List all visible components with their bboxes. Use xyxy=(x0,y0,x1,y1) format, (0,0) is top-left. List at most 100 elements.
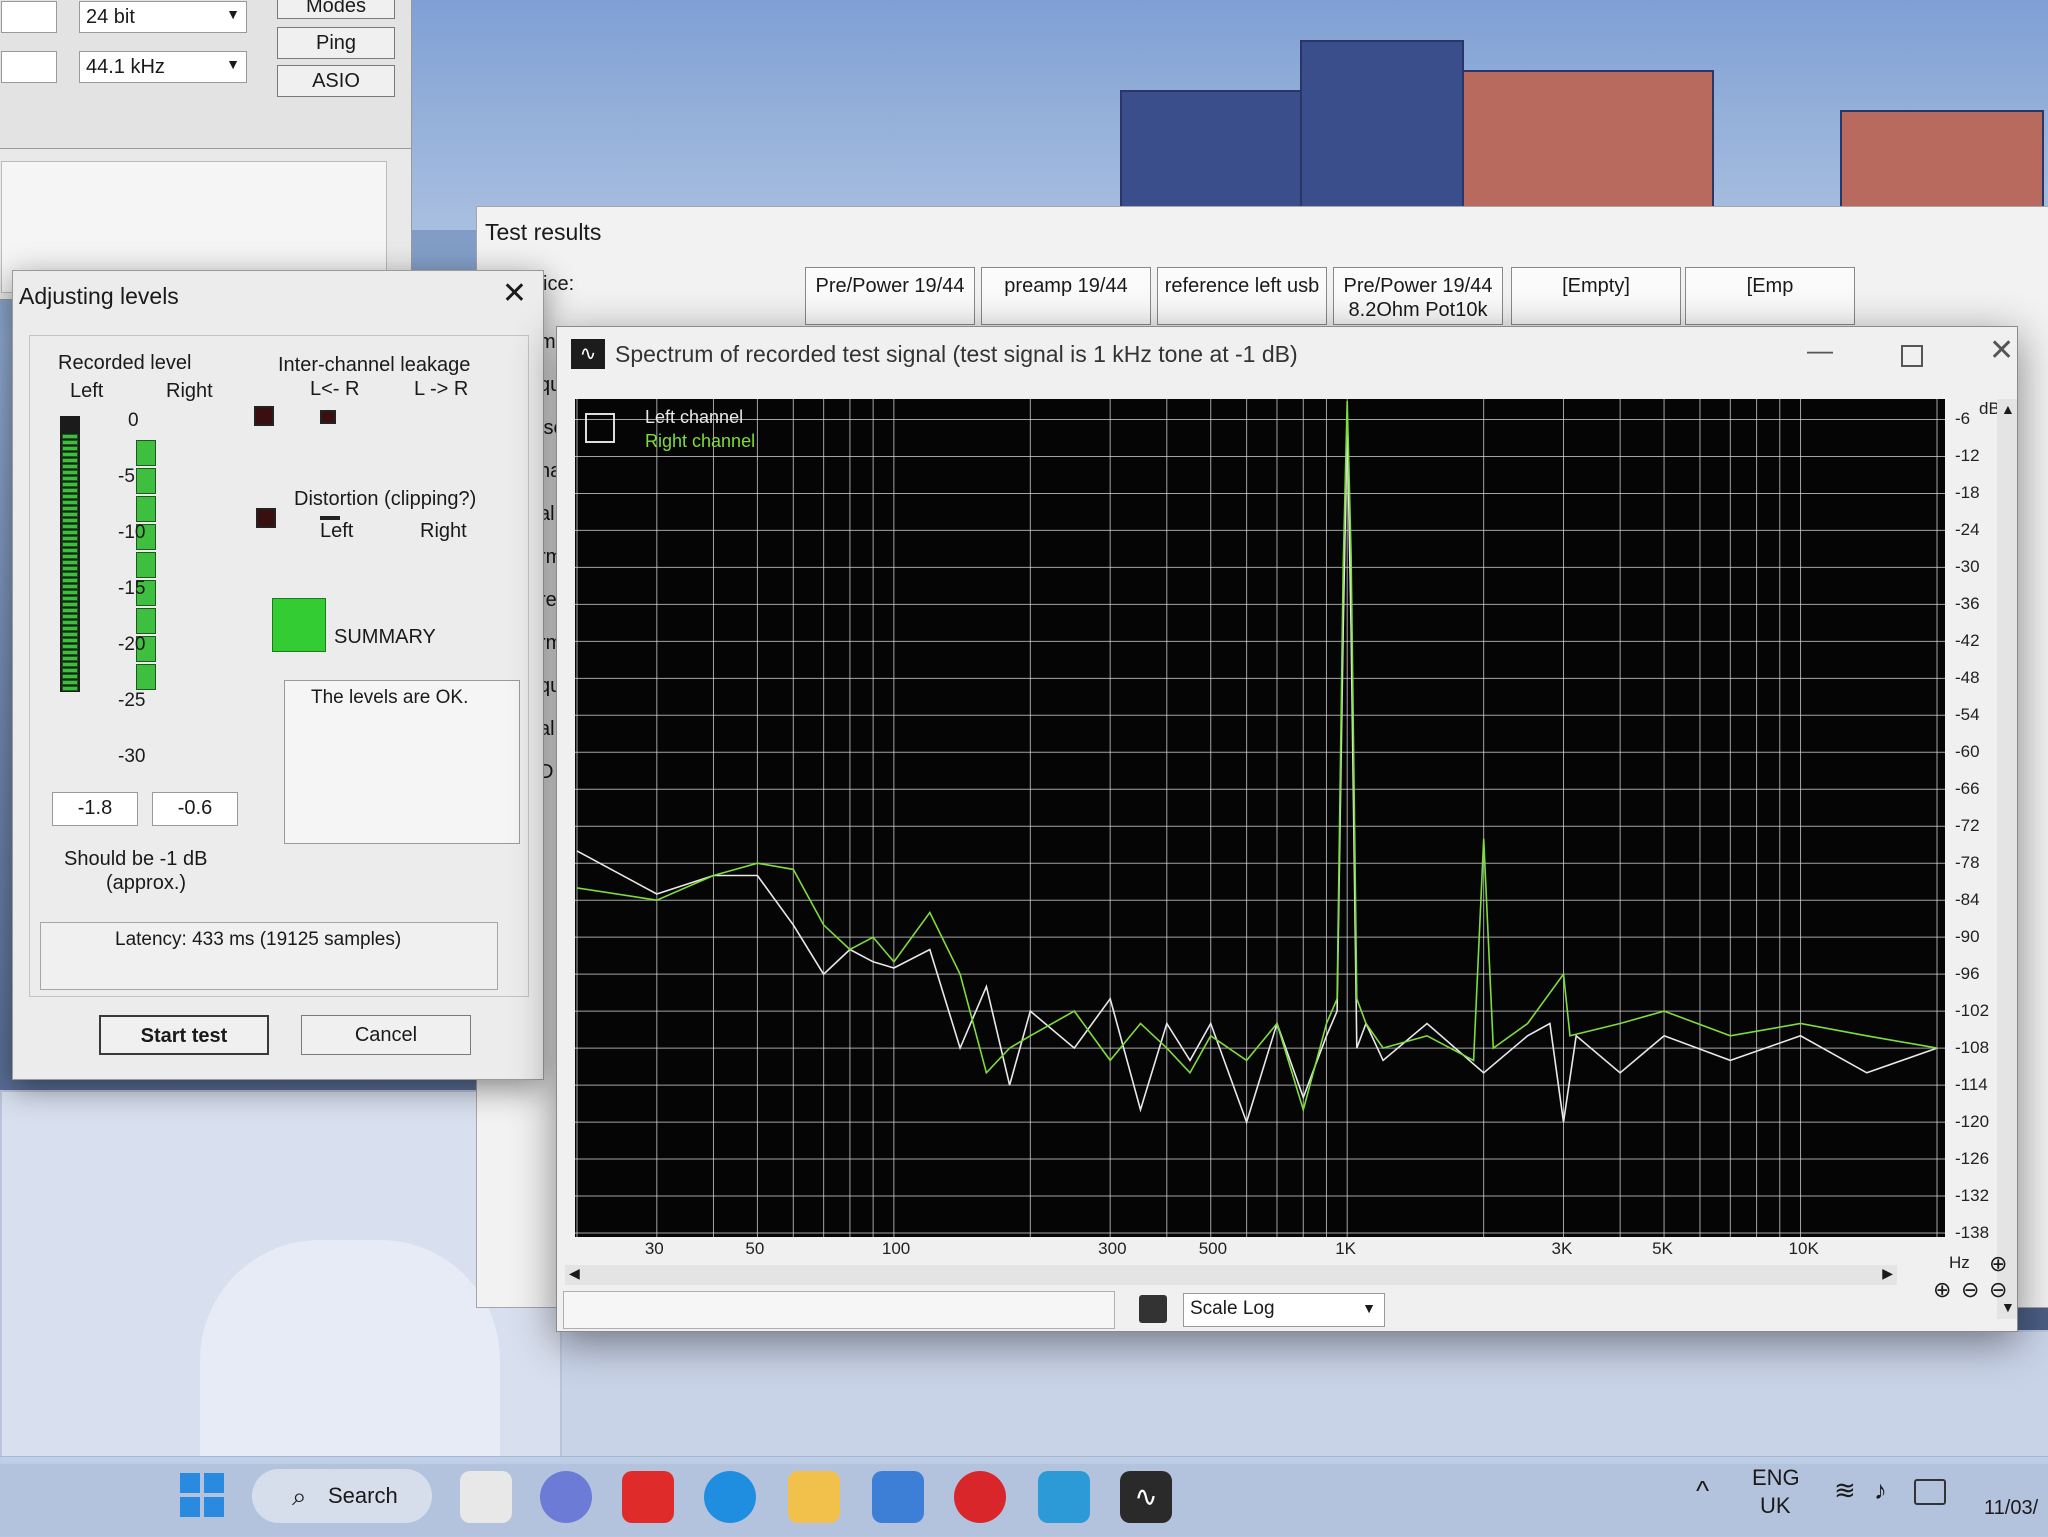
youtube-icon[interactable] xyxy=(622,1471,674,1523)
close-icon[interactable]: ✕ xyxy=(1989,333,2014,368)
scroll-up-icon[interactable]: ▲ xyxy=(2001,401,2015,417)
scale-value: Log xyxy=(1242,1298,1275,1319)
leak-rl-label: L -> R xyxy=(414,378,469,400)
meter-segment xyxy=(62,572,78,577)
meter-segment xyxy=(62,650,78,655)
x-tick-label: 1K xyxy=(1335,1239,1356,1258)
meter-segment xyxy=(62,590,78,595)
meter-segment xyxy=(62,614,78,619)
minimize-icon[interactable]: — xyxy=(1807,335,1833,366)
results-tab[interactable]: [Emp xyxy=(1685,267,1855,325)
recorded-level-label: Recorded level xyxy=(58,352,192,374)
y-tick-label: -54 xyxy=(1955,705,1980,725)
close-icon[interactable]: ✕ xyxy=(502,279,527,309)
meter-segment xyxy=(62,626,78,631)
distortion-left-label: Left xyxy=(320,520,354,542)
meter-scale-tick: 0 xyxy=(128,410,139,431)
asio-button[interactable]: ASIO xyxy=(277,65,395,97)
battery-icon[interactable] xyxy=(1914,1479,1946,1505)
y-tick-label: -114 xyxy=(1955,1075,1988,1095)
save-icon[interactable] xyxy=(1139,1295,1167,1323)
spectrum-plot[interactable]: Left channel Right channel xyxy=(575,399,1945,1237)
y-tick-label: -18 xyxy=(1955,483,1980,503)
status-field xyxy=(563,1291,1115,1329)
results-tab[interactable]: Pre/Power 19/44 8.2Ohm Pot10k xyxy=(1333,267,1503,325)
spectrum-app-taskbar-icon[interactable]: ∿ xyxy=(1120,1471,1172,1523)
zoom-icon[interactable]: ⊕ xyxy=(1989,1251,2007,1277)
maximize-icon[interactable] xyxy=(1901,345,1923,367)
chevron-up-icon[interactable]: ^ xyxy=(1696,1475,1709,1507)
y-tick-label: -66 xyxy=(1955,779,1980,799)
meter-segment xyxy=(62,674,78,679)
meter-segment xyxy=(62,452,78,457)
sample-rate-select[interactable]: 44.1 kHz ▼ xyxy=(79,51,247,83)
scenery-house xyxy=(1420,70,1714,224)
results-tab[interactable]: reference left usb xyxy=(1157,267,1327,325)
mail-icon[interactable] xyxy=(872,1471,924,1523)
x-tick-label: 5K xyxy=(1652,1239,1673,1258)
meter-scale-tick: -25 xyxy=(118,690,146,711)
meter-segment xyxy=(136,608,156,634)
y-tick-label: -6 xyxy=(1955,409,1971,429)
scale-select[interactable]: Scale Log ▼ xyxy=(1183,1293,1385,1327)
meter-scale-tick: -10 xyxy=(118,522,146,543)
clock-date[interactable]: 11/03/ xyxy=(1984,1497,2038,1520)
opera-icon[interactable] xyxy=(954,1471,1006,1523)
scroll-left-icon[interactable]: ◀ xyxy=(569,1265,580,1282)
latency-box: Latency: 433 ms (19125 samples) xyxy=(40,922,498,990)
region-indicator[interactable]: UK xyxy=(1760,1493,1791,1519)
taskbar: ⌕ Search ∿ ^ ENG UK ≋ ♪ 11/03/ xyxy=(0,1456,2048,1537)
dropdown[interactable] xyxy=(1,51,57,83)
start-button[interactable] xyxy=(180,1473,224,1517)
task-view-icon[interactable] xyxy=(460,1471,512,1523)
zoom-out-icon[interactable]: ⊖ xyxy=(1961,1277,1979,1303)
y-tick-label: -36 xyxy=(1955,594,1980,614)
x-tick-label: 30 xyxy=(644,1239,664,1258)
bit-depth-select[interactable]: 24 bit ▼ xyxy=(79,1,247,33)
meter-segment xyxy=(62,680,78,685)
chevron-down-icon: ▼ xyxy=(226,6,240,22)
meter-segment xyxy=(136,552,156,578)
cancel-button[interactable]: Cancel xyxy=(301,1015,471,1055)
chat-icon[interactable] xyxy=(540,1471,592,1523)
chart-settings-icon[interactable] xyxy=(585,413,615,443)
dropdown[interactable] xyxy=(1,1,57,33)
modes-button[interactable]: Modes xyxy=(277,0,395,19)
taskbar-search[interactable]: ⌕ Search xyxy=(252,1469,432,1523)
meter-segment xyxy=(62,446,78,451)
scroll-right-icon[interactable]: ▶ xyxy=(1882,1265,1893,1282)
volume-icon[interactable]: ♪ xyxy=(1874,1475,1887,1506)
y-tick-label: -90 xyxy=(1955,927,1980,947)
language-indicator[interactable]: ENG xyxy=(1752,1465,1800,1491)
file-explorer-icon[interactable] xyxy=(788,1471,840,1523)
edge-icon[interactable] xyxy=(704,1471,756,1523)
results-tab[interactable]: preamp 19/44 xyxy=(981,267,1151,325)
zoom-in-icon[interactable]: ⊕ xyxy=(1933,1277,1951,1303)
x-tick-label: 500 xyxy=(1198,1239,1228,1258)
meter-segment xyxy=(136,664,156,690)
legend-right-channel: Right channel xyxy=(645,431,756,451)
y-tick-label: -108 xyxy=(1955,1038,1990,1058)
y-tick-label: -84 xyxy=(1955,890,1980,910)
meter-segment xyxy=(62,548,78,553)
y-tick-label: -102 xyxy=(1955,1001,1990,1021)
app-icon[interactable] xyxy=(1038,1471,1090,1523)
horizontal-scrollbar[interactable]: ◀ ▶ xyxy=(565,1265,1897,1285)
start-test-button[interactable]: Start test xyxy=(99,1015,269,1055)
ping-button[interactable]: Ping xyxy=(277,27,395,59)
results-tab[interactable]: Pre/Power 19/44 xyxy=(805,267,975,325)
results-title: Test results xyxy=(485,219,602,245)
results-tab-label: preamp 19/44 xyxy=(1004,275,1128,297)
spectrum-chart xyxy=(575,399,1945,1237)
results-tab[interactable]: [Empty] xyxy=(1511,267,1681,325)
meter-segment xyxy=(62,536,78,541)
x-tick-label: 100 xyxy=(881,1239,911,1258)
leakage-indicator xyxy=(254,406,274,426)
scenery-house xyxy=(560,1330,2048,1464)
zoom-reset-icon[interactable]: ⊖ xyxy=(1989,1277,2007,1303)
should-be-label: Should be -1 dB xyxy=(64,848,208,870)
meter-segment xyxy=(62,440,78,445)
wifi-icon[interactable]: ≋ xyxy=(1834,1475,1856,1506)
meter-segment xyxy=(62,644,78,649)
vertical-scrollbar[interactable]: ▲ ▼ xyxy=(1997,399,2017,1319)
